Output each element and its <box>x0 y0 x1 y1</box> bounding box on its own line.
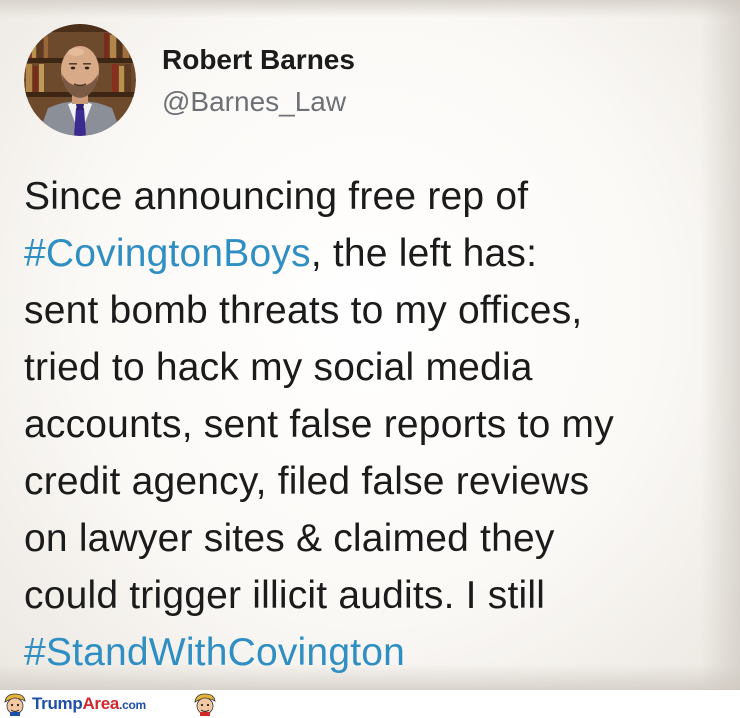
tweet-text-segment: sent bomb threats to my offices, <box>24 289 583 332</box>
display-name[interactable]: Robert Barnes <box>162 44 355 76</box>
tweet-text: Since announcing free rep of #CovingtonBo… <box>24 168 724 681</box>
vignette-top <box>0 0 740 18</box>
watermark-brand: TrumpArea.com <box>32 694 146 714</box>
tweet-text-segment: could trigger illicit audits. I still <box>24 574 546 617</box>
tweet-text-line: #StandWithCovington <box>24 624 724 681</box>
tweet-text-segment: credit agency, filed false reviews <box>24 460 590 503</box>
tweet-text-segment: tried to hack my social media <box>24 346 533 389</box>
hashtag-link[interactable]: #StandWithCovington <box>24 631 405 674</box>
tweet-header: Robert Barnes @Barnes_Law <box>24 24 714 140</box>
cartoon-face-icon <box>4 693 26 716</box>
cartoon-face-icon <box>194 693 216 716</box>
watermark-bar: TrumpArea.com <box>0 690 740 718</box>
tweet-text-segment: Since announcing free rep of <box>24 175 529 218</box>
handle[interactable]: @Barnes_Law <box>162 86 346 118</box>
tweet-text-segment: on lawyer sites & claimed they <box>24 517 555 560</box>
tweet-text-line: Since announcing free rep of <box>24 168 724 225</box>
tweet-text-line: sent bomb threats to my offices, <box>24 282 724 339</box>
tweet-text-line: accounts, sent false reports to my <box>24 396 724 453</box>
tweet-text-line: #CovingtonBoys, the left has: <box>24 225 724 282</box>
tweet-text-line: credit agency, filed false reviews <box>24 453 724 510</box>
brand-area: Area <box>82 694 120 713</box>
tweet-text-line: on lawyer sites & claimed they <box>24 510 724 567</box>
tweet-text-segment: accounts, sent false reports to my <box>24 403 614 446</box>
tweet-text-line: could trigger illicit audits. I still <box>24 567 724 624</box>
brand-trump: Trump <box>32 694 83 713</box>
tweet-text-line: tried to hack my social media <box>24 339 724 396</box>
hashtag-link[interactable]: #CovingtonBoys <box>24 232 311 275</box>
avatar[interactable] <box>24 24 136 136</box>
tweet-text-segment: , the left has: <box>310 232 538 275</box>
tweet-card: Robert Barnes @Barnes_Law Since announci… <box>0 0 740 690</box>
brand-tld: .com <box>119 698 146 712</box>
